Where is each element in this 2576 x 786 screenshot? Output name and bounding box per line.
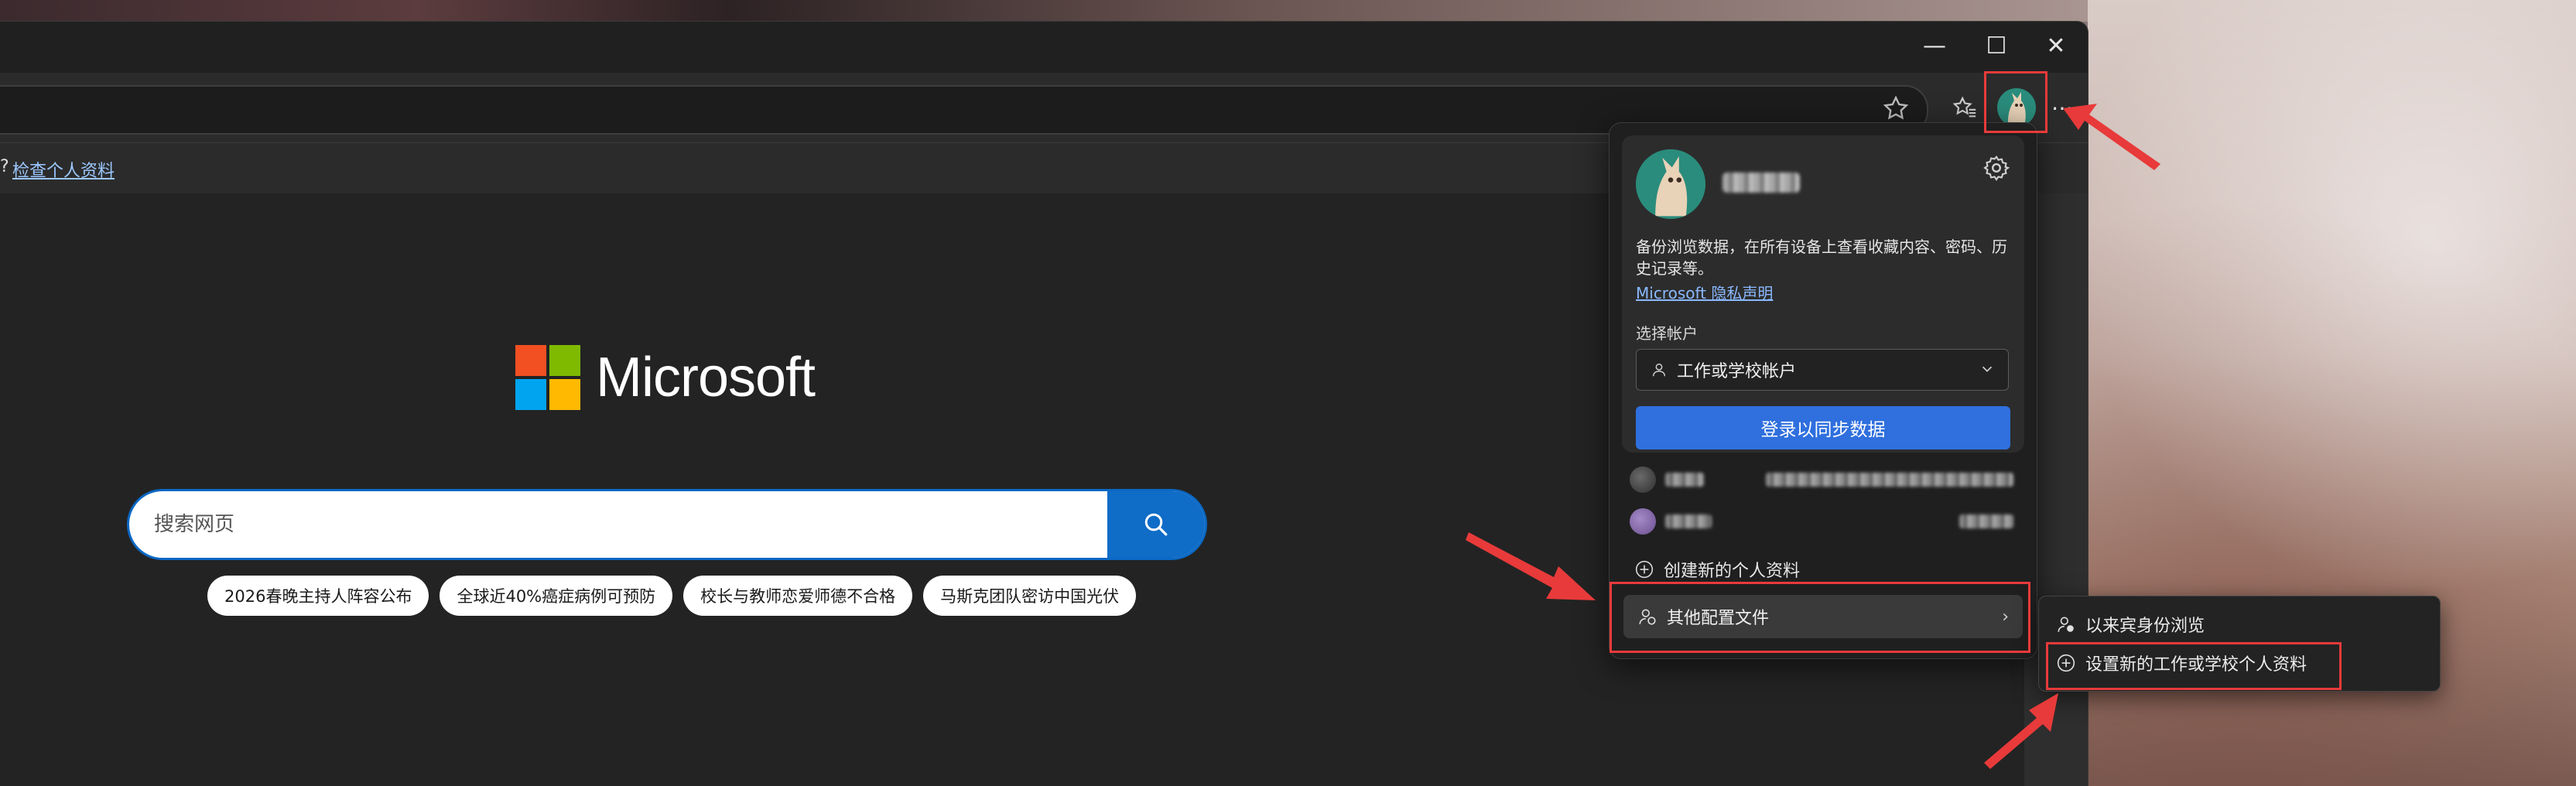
account-type-select[interactable]: 工作或学校帐户	[1636, 349, 2009, 391]
profile-email-redacted	[1766, 473, 2013, 487]
sign-in-sync-button[interactable]: 登录以同步数据	[1636, 406, 2010, 449]
annotation-box-avatar	[1984, 71, 2047, 133]
check-profile-link[interactable]: 检查个人资料	[12, 157, 115, 182]
guest-icon	[2056, 614, 2076, 634]
close-button[interactable]: ✕	[2021, 22, 2088, 70]
profile-flyout: 备份浏览数据，在所有设备上查看收藏内容、密码、历史记录等。 Microsoft …	[1609, 122, 2037, 659]
privacy-link[interactable]: Microsoft 隐私声明	[1636, 281, 1773, 303]
trending-chip[interactable]: 2026春晚主持人阵容公布	[207, 576, 429, 616]
profile-name-redacted	[1722, 173, 1800, 193]
profile-email-redacted	[1959, 514, 2013, 528]
add-favorite-star-icon[interactable]	[1882, 94, 1910, 122]
minimize-button[interactable]: —	[1900, 22, 1969, 70]
browse-as-guest-label: 以来宾身份浏览	[2085, 617, 2205, 636]
profile-name-redacted	[1665, 514, 1712, 528]
profile-list-item[interactable]	[1622, 502, 2024, 541]
add-circle-icon	[1634, 559, 1654, 579]
search-input[interactable]	[129, 491, 1112, 558]
browse-as-guest-item[interactable]: 以来宾身份浏览	[2048, 606, 2431, 643]
trending-searches: 2026春晚主持人阵容公布 全球近40%癌症病例可预防 校长与教师恋爱师德不合格…	[207, 576, 1137, 616]
annotation-arrow-icon	[1984, 693, 2058, 769]
avatar	[1630, 508, 1656, 535]
profile-card: 备份浏览数据，在所有设备上查看收藏内容、密码、历史记录等。 Microsoft …	[1622, 135, 2024, 453]
desktop-wallpaper-top	[0, 0, 2088, 22]
microsoft-logo: Microsoft	[515, 345, 816, 410]
annotation-box-new-work-profile	[2046, 642, 2342, 690]
annotation-arrow-icon	[2063, 104, 2160, 170]
annotation-box-other-profiles	[1610, 582, 2030, 653]
gear-icon[interactable]	[1982, 154, 2010, 182]
user-icon	[1651, 361, 1668, 378]
avatar	[1630, 466, 1656, 493]
microsoft-wordmark: Microsoft	[596, 347, 816, 408]
trending-chip[interactable]: 马斯克团队密访中国光伏	[923, 576, 1137, 616]
trending-chip[interactable]: 校长与教师恋爱师德不合格	[683, 576, 913, 616]
chevron-down-icon	[1982, 366, 1993, 372]
choose-account-label: 选择帐户	[1636, 324, 1698, 343]
sync-description: 备份浏览数据，在所有设备上查看收藏内容、密码、历史记录等。	[1636, 238, 2007, 278]
favorites-icon[interactable]	[1945, 88, 1984, 127]
profile-list-item[interactable]	[1622, 460, 2024, 499]
info-bar-text: ?	[0, 157, 9, 176]
search-button[interactable]	[1107, 491, 1205, 558]
trending-chip[interactable]: 全球近40%癌症病例可预防	[440, 576, 673, 616]
avatar	[1636, 149, 1705, 219]
account-type-value: 工作或学校帐户	[1677, 362, 1797, 381]
annotation-arrow-icon	[1466, 532, 1596, 600]
title-bar: — ☐ ✕	[0, 22, 2088, 74]
create-profile-label: 创建新的个人资料	[1664, 562, 1801, 581]
search-box	[127, 489, 1207, 560]
search-icon	[1144, 513, 1168, 536]
profile-name-redacted	[1665, 473, 1704, 487]
microsoft-logo-icon	[515, 345, 580, 410]
